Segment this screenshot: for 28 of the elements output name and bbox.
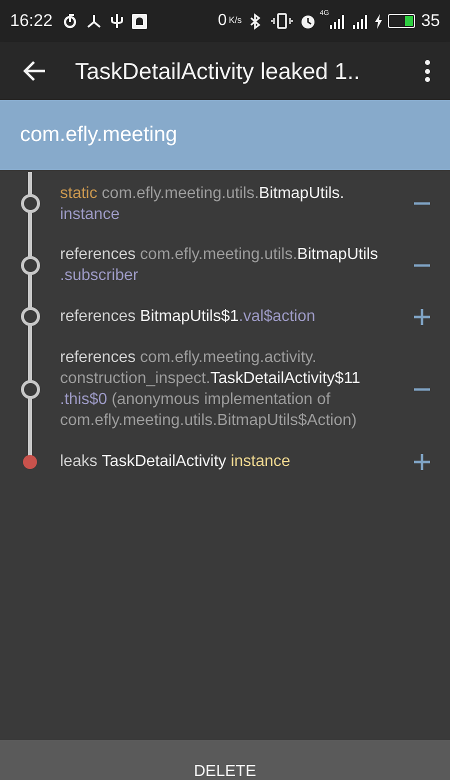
delete-button[interactable]: DELETE [186, 750, 264, 780]
trace-entry: references BitmapUtils$1.val$action [60, 307, 316, 327]
charging-icon [374, 14, 384, 28]
status-time: 16:22 [10, 10, 53, 32]
expand-icon[interactable] [414, 308, 430, 324]
signal-icon [330, 14, 346, 28]
speed-unit: K/s [228, 14, 242, 28]
package-name: com.efly.meeting [20, 122, 178, 148]
battery-icon [388, 14, 416, 28]
notification-icon [62, 13, 78, 29]
collapse-icon[interactable] [414, 388, 430, 390]
tripod-icon [86, 13, 102, 29]
trace-entry: references com.efly.meeting.activity. construction_inspect.TaskDetailActivity$11 .this$0 (anonymous implementation of com.efly.meeting.utils.BitmapUtils$Action) [60, 348, 362, 431]
collapse-icon[interactable] [414, 264, 430, 266]
app-notification-icon [132, 14, 147, 28]
collapse-icon[interactable] [414, 202, 430, 204]
trace-entry: leaks TaskDetailActivity instance [60, 452, 292, 472]
expand-icon[interactable] [414, 454, 430, 470]
screen-title: TaskDetailActivity leaked 1.. [75, 56, 360, 86]
signal-icon [353, 14, 370, 28]
trace-entry: references com.efly.meeting.utils.BitmapUtils .subscriber [60, 245, 380, 286]
network-speed: 0 [218, 11, 227, 31]
battery-percent: 35 [421, 10, 440, 32]
bluetooth-icon [250, 12, 261, 30]
vibrate-icon [270, 13, 293, 29]
trace-entry: static com.efly.meeting.utils.BitmapUtils. instance [60, 184, 346, 225]
alarm-icon [300, 13, 316, 29]
usb-icon [110, 13, 124, 29]
